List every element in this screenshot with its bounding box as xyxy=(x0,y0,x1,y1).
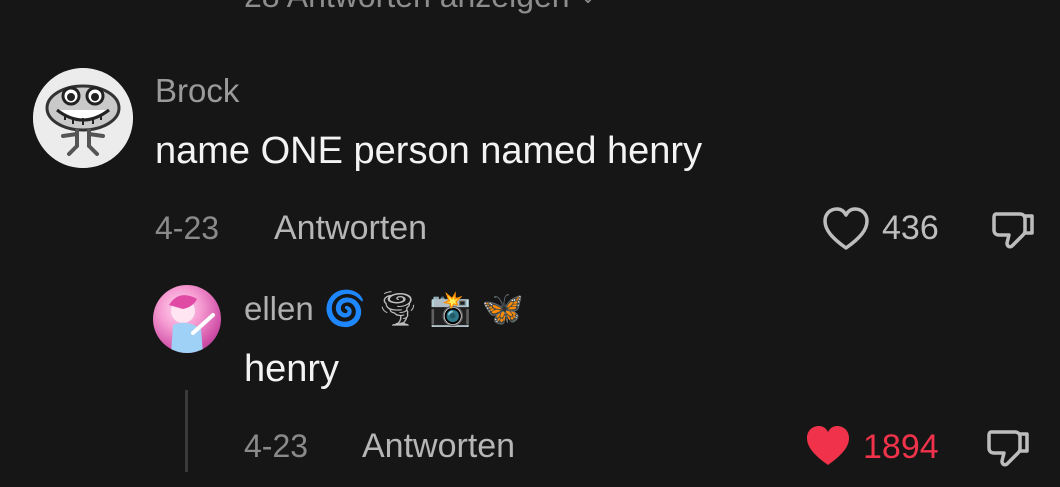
comment-date: 4-23 xyxy=(244,428,309,464)
like-count: 1894 xyxy=(863,428,939,466)
troll-face-avatar-image xyxy=(33,68,133,168)
like-count: 436 xyxy=(882,209,939,247)
character-avatar-image xyxy=(169,295,215,353)
comment-username[interactable]: ellen xyxy=(244,290,314,328)
tornado-emoji-icon: 🌪 xyxy=(376,289,420,329)
avatar[interactable] xyxy=(33,68,133,168)
thumbs-down-icon[interactable] xyxy=(985,424,1031,470)
heart-filled-icon[interactable] xyxy=(804,423,852,469)
comment-text: henry xyxy=(244,348,340,390)
reply-button[interactable]: Antworten xyxy=(274,209,427,248)
view-more-replies-label: 28 Antworten anzeigen xyxy=(244,0,570,15)
comment-username[interactable]: Brock xyxy=(155,72,239,110)
comment-text: name ONE person named henry xyxy=(155,130,703,172)
reply-thread-line xyxy=(185,390,188,472)
butterfly-emoji-icon: 🦋 xyxy=(481,289,524,329)
cyclone-emoji-icon: 🌀 xyxy=(323,289,367,329)
camera-flash-emoji-icon: 📸 xyxy=(429,289,472,329)
thumbs-down-icon[interactable] xyxy=(990,206,1036,252)
reply-button[interactable]: Antworten xyxy=(362,427,515,466)
chevron-down-icon: ⌄ xyxy=(580,0,597,9)
reply-username-row: ellen 🌀 🌪 📸 🦋 xyxy=(244,290,524,328)
heart-outline-icon[interactable] xyxy=(822,206,870,252)
comment-date: 4-23 xyxy=(155,210,220,246)
avatar[interactable] xyxy=(153,285,221,353)
view-more-replies-link[interactable]: 28 Antworten anzeigen ⌄ xyxy=(244,0,596,15)
